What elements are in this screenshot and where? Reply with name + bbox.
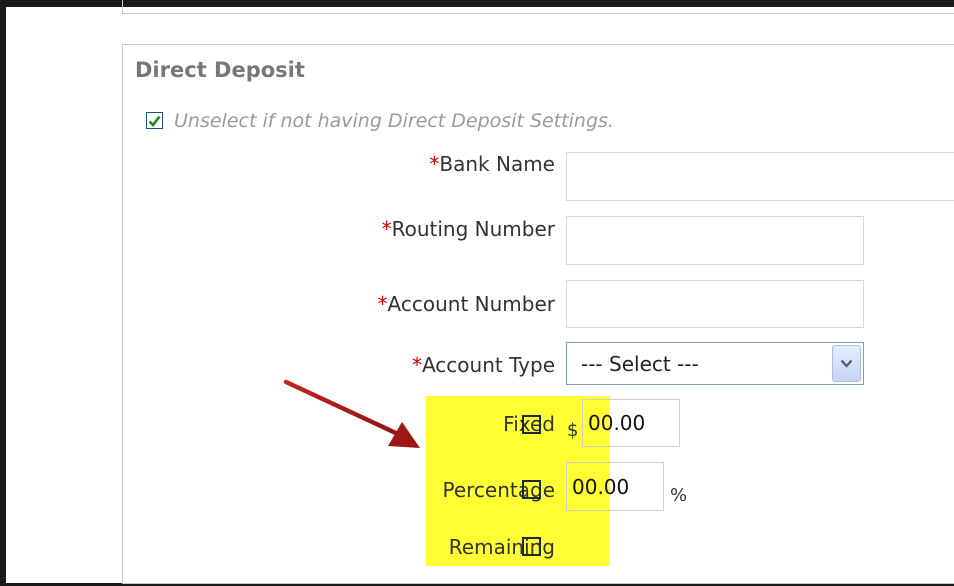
previous-section-panel: [122, 0, 954, 14]
required-marker: *: [429, 152, 440, 176]
checkmark-icon: [148, 115, 161, 127]
fixed-amount-input[interactable]: 00.00: [582, 399, 680, 447]
direct-deposit-note: Unselect if not having Direct Deposit Se…: [174, 110, 614, 132]
routing-number-label-text: Routing Number: [391, 217, 555, 241]
dollar-unit: $: [567, 420, 579, 441]
chevron-down-icon: [840, 359, 853, 368]
routing-number-input[interactable]: [566, 216, 864, 265]
bank-name-input[interactable]: [566, 152, 954, 201]
account-type-selected: --- Select ---: [581, 352, 699, 376]
percentage-checkbox[interactable]: [522, 480, 541, 499]
fixed-checkbox[interactable]: [522, 415, 541, 434]
routing-number-label: *Routing Number: [382, 217, 555, 241]
account-type-label-text: Account Type: [421, 353, 555, 377]
percent-unit: %: [670, 485, 688, 506]
account-number-label: *Account Number: [378, 292, 555, 316]
required-marker: *: [381, 217, 392, 241]
remaining-checkbox[interactable]: [522, 537, 541, 556]
percentage-amount-input[interactable]: 00.00: [566, 462, 664, 511]
red-arrow-icon: [283, 379, 420, 448]
required-marker: *: [411, 353, 422, 377]
dropdown-button[interactable]: [832, 345, 861, 382]
account-number-label-text: Account Number: [387, 292, 555, 316]
bank-name-label: *Bank Name: [429, 152, 555, 176]
section-title: Direct Deposit: [135, 58, 305, 82]
account-number-input[interactable]: [566, 280, 864, 328]
bank-name-label-text: Bank Name: [439, 152, 555, 176]
account-type-select[interactable]: --- Select ---: [566, 342, 864, 385]
account-type-label: *Account Type: [412, 353, 555, 377]
required-marker: *: [377, 292, 388, 316]
direct-deposit-checkbox[interactable]: [146, 112, 163, 129]
